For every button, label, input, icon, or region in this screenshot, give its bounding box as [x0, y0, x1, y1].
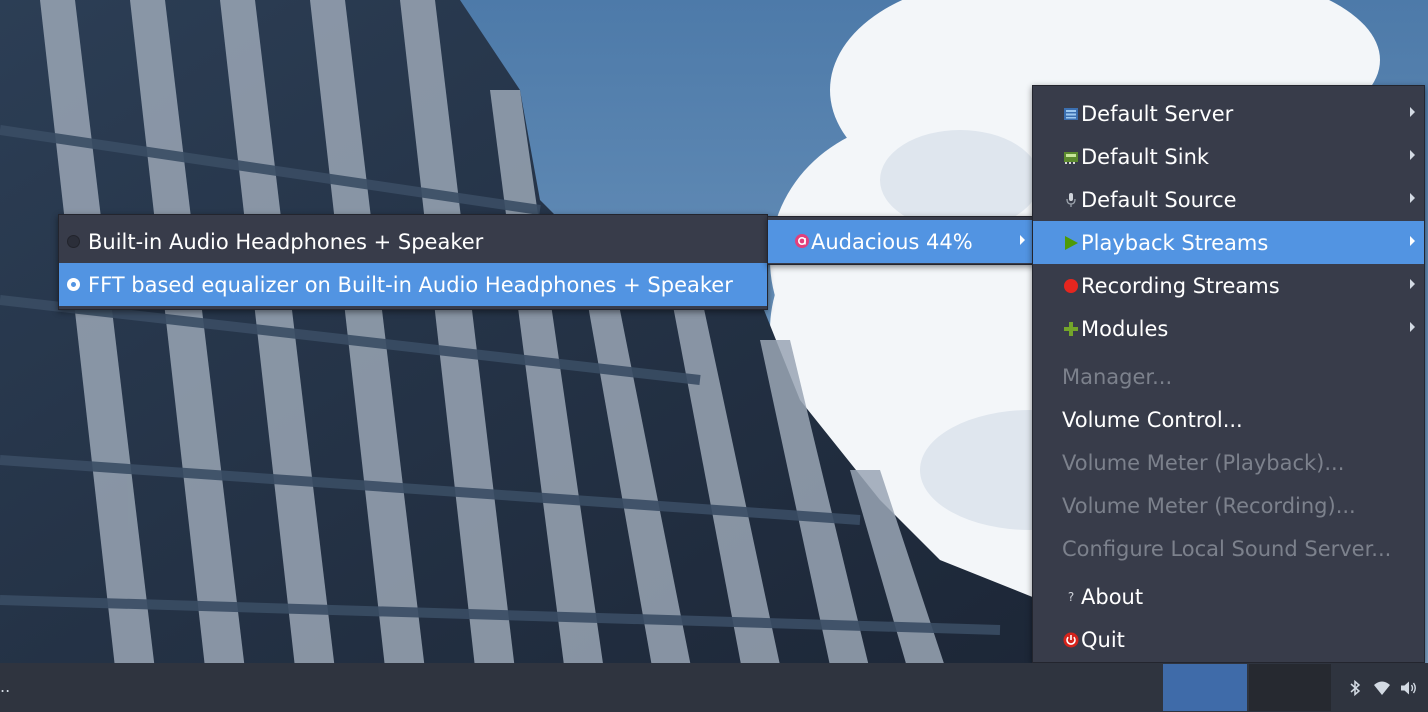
submenu-arrow-icon — [1410, 322, 1415, 332]
menu-item-label: Default Server — [1081, 101, 1234, 126]
stream-item-audacious[interactable]: Audacious 44% — [768, 220, 1034, 263]
submenu-arrow-icon — [1410, 150, 1415, 160]
menu-item-volume-meter-recording: Volume Meter (Recording)... — [1033, 484, 1424, 527]
workspace-2-button[interactable] — [1249, 664, 1331, 711]
sink-card-icon — [1064, 151, 1078, 164]
submenu-arrow-icon — [1410, 193, 1415, 203]
menu-item-label: Volume Control... — [1062, 407, 1243, 432]
menu-item-label: Recording Streams — [1081, 273, 1280, 298]
menu-item-label: Manager... — [1062, 364, 1173, 389]
menu-item-quit[interactable]: Quit — [1033, 618, 1424, 661]
sink-item-fft-equalizer[interactable]: FFT based equalizer on Built-in Audio He… — [59, 263, 767, 306]
menu-item-modules[interactable]: Modules — [1033, 307, 1424, 350]
svg-text:?: ? — [1068, 590, 1074, 604]
menu-item-default-server[interactable]: Default Server — [1033, 92, 1424, 135]
menu-item-label: About — [1081, 584, 1144, 609]
help-icon: ? — [1068, 590, 1074, 604]
menu-item-label: Modules — [1081, 316, 1169, 341]
menu-item-volume-meter-playback: Volume Meter (Playback)... — [1033, 441, 1424, 484]
sink-submenu: Built-in Audio Headphones + Speaker FFT … — [58, 214, 768, 310]
audacious-icon — [795, 234, 809, 248]
menu-item-manager: Manager... — [1033, 355, 1424, 398]
taskbar-left-text: .. — [0, 677, 11, 696]
submenu-arrow-icon — [1020, 235, 1025, 245]
menu-item-about[interactable]: ? About — [1033, 575, 1424, 618]
bluetooth-icon[interactable] — [1346, 679, 1364, 697]
menu-item-label: Default Source — [1081, 187, 1237, 212]
radio-unselected-icon — [67, 235, 80, 248]
menu-item-configure-sound-server: Configure Local Sound Server... — [1033, 527, 1424, 570]
menu-item-default-sink[interactable]: Default Sink — [1033, 135, 1424, 178]
menu-item-label: Quit — [1081, 627, 1125, 652]
stream-item-label: Audacious 44% — [811, 229, 973, 254]
menu-item-label: Default Sink — [1081, 144, 1210, 169]
microphone-icon — [1066, 192, 1076, 207]
menu-item-label: Volume Meter (Playback)... — [1062, 450, 1345, 475]
menu-item-label: Playback Streams — [1081, 230, 1269, 255]
menu-item-label: Volume Meter (Recording)... — [1062, 493, 1356, 518]
menu-item-default-source[interactable]: Default Source — [1033, 178, 1424, 221]
workspace-1-button[interactable] — [1163, 664, 1247, 711]
power-icon — [1063, 632, 1079, 647]
radio-selected-icon — [67, 278, 80, 291]
volume-icon[interactable] — [1400, 679, 1418, 697]
sink-item-builtin[interactable]: Built-in Audio Headphones + Speaker — [59, 220, 767, 263]
menu-item-label: Configure Local Sound Server... — [1062, 536, 1392, 561]
taskbar: .. — [0, 663, 1428, 712]
submenu-arrow-icon — [1410, 107, 1415, 117]
play-icon — [1065, 235, 1078, 250]
submenu-arrow-icon — [1410, 279, 1415, 289]
menu-item-playback-streams[interactable]: Playback Streams — [1033, 221, 1424, 264]
sink-item-label: FFT based equalizer on Built-in Audio He… — [88, 272, 733, 297]
sink-item-label: Built-in Audio Headphones + Speaker — [88, 229, 484, 254]
playback-streams-submenu: Audacious 44% — [767, 216, 1035, 265]
server-icon — [1064, 107, 1078, 120]
wifi-icon[interactable] — [1373, 679, 1391, 697]
pulseaudio-tray-menu: Default Server Default Sink Default Sour… — [1032, 85, 1425, 663]
submenu-arrow-icon — [1410, 236, 1415, 246]
plus-icon — [1064, 321, 1078, 336]
record-icon — [1064, 278, 1078, 293]
menu-item-recording-streams[interactable]: Recording Streams — [1033, 264, 1424, 307]
menu-item-volume-control[interactable]: Volume Control... — [1033, 398, 1424, 441]
